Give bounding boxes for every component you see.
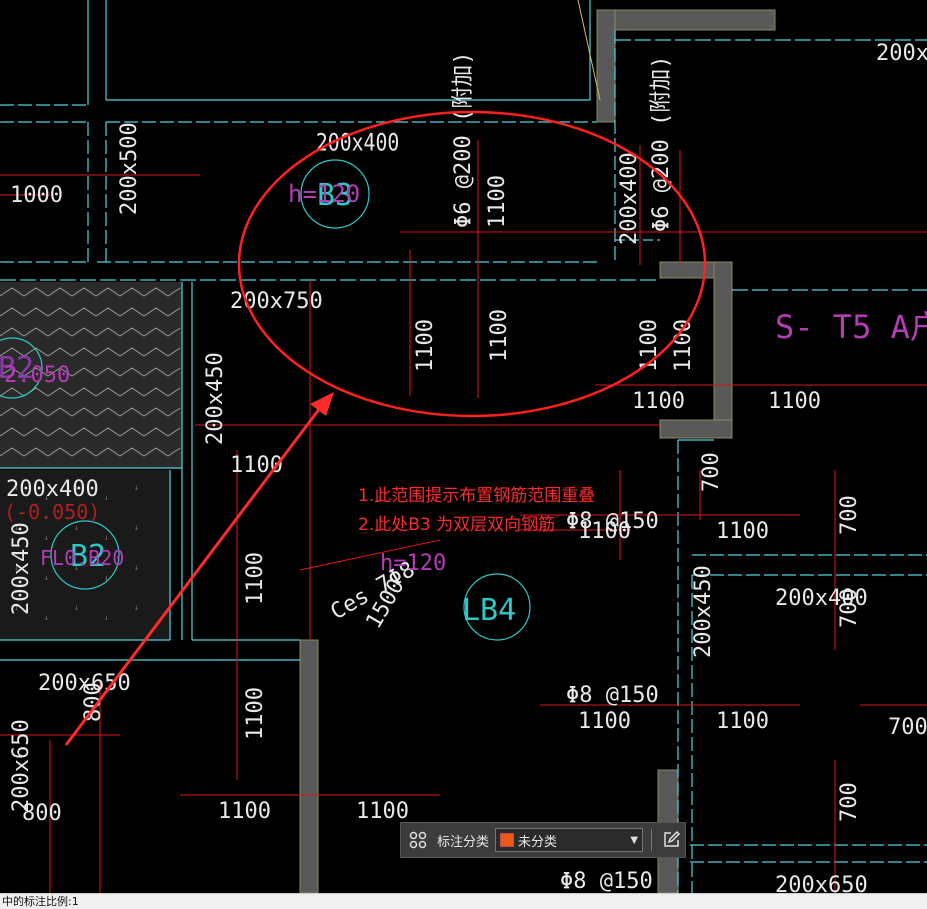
dim-text: 1000 bbox=[10, 183, 63, 208]
dim-text: Φ8 @150 bbox=[566, 683, 659, 708]
dim-text: 1100 bbox=[716, 709, 769, 734]
dim-text: 1100 bbox=[356, 799, 409, 824]
dim-text: Φ8 @150 bbox=[566, 509, 659, 534]
slab-label: LB4 bbox=[462, 593, 516, 628]
grid-icon[interactable] bbox=[407, 829, 429, 851]
elevation-label: (-0.050) bbox=[4, 500, 100, 524]
dim-text: 200x4 bbox=[876, 41, 927, 66]
dim-text: Φ8 @150 bbox=[560, 869, 653, 893]
dim-text: 1100 bbox=[485, 175, 510, 228]
svg-text:↓: ↓ bbox=[134, 563, 139, 572]
svg-text:↓: ↓ bbox=[44, 573, 49, 582]
category-select[interactable]: 未分类 ▼ bbox=[495, 828, 644, 852]
annotation-text-1: 1.此范围提示布置钢筋范围重叠 bbox=[358, 486, 595, 506]
svg-text:↓: ↓ bbox=[104, 613, 109, 622]
toolbar-divider bbox=[651, 829, 653, 851]
dim-text: 200x400 bbox=[617, 152, 642, 245]
annotation-text-2: 2.此处B3 为双层双向钢筋 bbox=[358, 515, 555, 535]
svg-text:↓: ↓ bbox=[134, 603, 139, 612]
dim-text: 1100 bbox=[632, 389, 685, 414]
annotation-category-toolbar: 标注分类 未分类 ▼ bbox=[400, 822, 686, 858]
svg-text:↓: ↓ bbox=[74, 523, 79, 532]
dim-text: 200x650 bbox=[775, 873, 868, 893]
dim-text: 200x650 bbox=[9, 719, 34, 812]
status-bar: 中的标注比例:1 bbox=[0, 893, 927, 909]
edit-icon[interactable] bbox=[660, 829, 682, 851]
dim-text: 700 bbox=[837, 782, 862, 822]
svg-text:↓: ↓ bbox=[134, 523, 139, 532]
dim-text: 1100 bbox=[218, 799, 271, 824]
dim-text: 1100 bbox=[578, 709, 631, 734]
cad-drawing[interactable]: ↓↓↓↓↓ ↓↓↓↓↓ ↓↓↓↓↓ ↓↓↓↓↓ 200x400 200x500 … bbox=[0, 0, 927, 893]
dim-text: 1100 bbox=[716, 519, 769, 544]
dim-text: 1100 bbox=[243, 552, 268, 605]
dim-text: 700 bbox=[699, 452, 724, 492]
slab-thickness-label: h=120 bbox=[380, 551, 446, 576]
dim-text: 800 bbox=[22, 801, 62, 826]
slab-thickness-label: h=120 bbox=[288, 180, 360, 208]
dim-text: 200x450 bbox=[9, 522, 34, 615]
dim-text: 200x500 bbox=[117, 122, 142, 215]
dim-text: 1100 bbox=[487, 309, 512, 362]
svg-text:↓: ↓ bbox=[134, 483, 139, 492]
category-selected-value: 未分类 bbox=[518, 834, 558, 850]
elevation-label: 2.050 bbox=[4, 363, 70, 388]
dim-text: 200x400 bbox=[775, 586, 868, 611]
svg-text:↓: ↓ bbox=[44, 533, 49, 542]
dim-text: 800 bbox=[81, 682, 106, 722]
svg-text:↓: ↓ bbox=[44, 613, 49, 622]
dim-text: 200x400 bbox=[6, 477, 99, 502]
dim-text: 200x450 bbox=[203, 352, 228, 445]
category-color-swatch bbox=[500, 833, 515, 847]
svg-text:↓: ↓ bbox=[104, 493, 109, 502]
elevation-label: FL0.B20 bbox=[40, 546, 124, 570]
unit-type-label: S- T5 A户型 bbox=[775, 308, 927, 346]
dim-text: 1100 bbox=[243, 687, 268, 740]
dim-text: Φ6 @200 (附加) bbox=[451, 52, 476, 228]
dim-text: 700 bbox=[888, 715, 927, 740]
cad-canvas[interactable]: ↓↓↓↓↓ ↓↓↓↓↓ ↓↓↓↓↓ ↓↓↓↓↓ bbox=[0, 0, 927, 909]
dim-text: 700 bbox=[837, 495, 862, 535]
chevron-down-icon: ▼ bbox=[630, 834, 639, 846]
svg-text:↓: ↓ bbox=[74, 603, 79, 612]
dim-text: 1100 bbox=[768, 389, 821, 414]
category-label: 标注分类 bbox=[437, 834, 490, 850]
dim-text: 200x450 bbox=[691, 565, 716, 658]
dim-text: Φ6 @200 (附加) bbox=[649, 56, 674, 232]
dim-text: 1100 bbox=[413, 319, 438, 372]
